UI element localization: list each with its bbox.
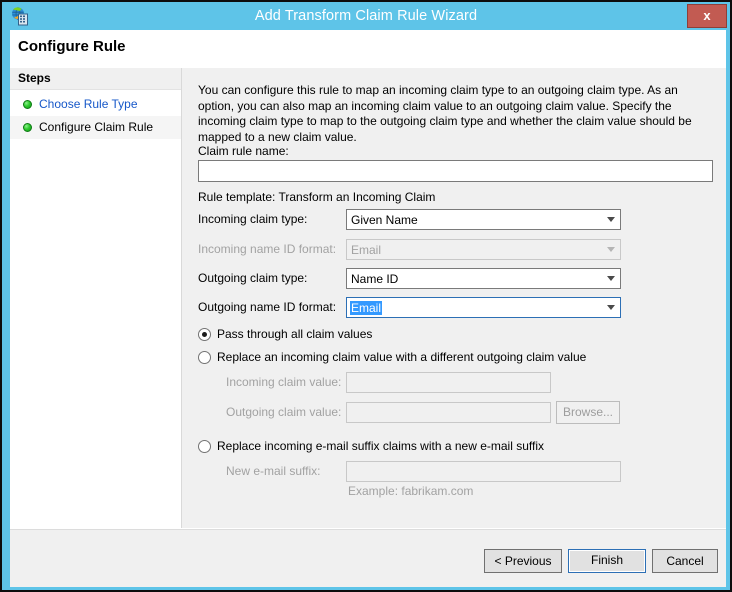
new-email-suffix-input xyxy=(346,461,621,482)
radio-button-icon xyxy=(198,351,211,364)
footer-bar: < Previous Finish Cancel xyxy=(10,528,726,587)
close-icon[interactable]: x xyxy=(687,4,727,28)
wizard-window: Add Transform Claim Rule Wizard x Config… xyxy=(0,0,732,592)
chevron-down-icon xyxy=(607,305,615,310)
incoming-name-id-format-select: Email xyxy=(346,239,621,260)
page-title: Configure Rule xyxy=(18,38,126,55)
outgoing-claim-type-value: Name ID xyxy=(351,272,399,286)
finish-button[interactable]: Finish xyxy=(568,549,646,573)
incoming-claim-value-label: Incoming claim value: xyxy=(226,375,342,389)
previous-button[interactable]: < Previous xyxy=(484,549,562,573)
sidebar-item-label: Configure Claim Rule xyxy=(39,120,154,134)
step-complete-icon xyxy=(23,123,32,132)
cancel-button[interactable]: Cancel xyxy=(652,549,718,573)
body-region: Steps Choose Rule Type Configure Claim R… xyxy=(10,68,726,587)
radio-replace-claim-value-label: Replace an incoming claim value with a d… xyxy=(217,350,587,364)
steps-header: Steps xyxy=(10,68,181,90)
title-bar: Add Transform Claim Rule Wizard x xyxy=(2,2,730,30)
incoming-claim-value-input xyxy=(346,372,551,393)
sidebar-item-choose-rule-type[interactable]: Choose Rule Type xyxy=(10,93,181,116)
radio-replace-email-suffix-label: Replace incoming e-mail suffix claims wi… xyxy=(217,439,545,453)
chevron-down-icon xyxy=(607,217,615,222)
outgoing-claim-value-input xyxy=(346,402,551,423)
sidebar-item-configure-claim-rule[interactable]: Configure Claim Rule xyxy=(10,116,181,139)
outgoing-name-id-format-value: Email xyxy=(350,301,383,315)
email-suffix-example-hint: Example: fabrikam.com xyxy=(348,484,474,498)
header-band: Configure Rule xyxy=(10,30,726,68)
rule-template-text: Rule template: Transform an Incoming Cla… xyxy=(198,190,436,204)
radio-button-icon xyxy=(198,440,211,453)
claim-rule-name-label: Claim rule name: xyxy=(198,144,289,158)
radio-pass-through-label: Pass through all claim values xyxy=(217,327,373,341)
step-complete-icon xyxy=(23,100,32,109)
incoming-claim-type-label: Incoming claim type: xyxy=(198,212,308,226)
outgoing-name-id-format-select[interactable]: Email xyxy=(346,297,621,318)
screen: Add Transform Claim Rule Wizard x Config… xyxy=(0,0,732,592)
chevron-down-icon xyxy=(607,276,615,281)
steps-heading-label: Steps xyxy=(18,71,51,85)
sidebar-item-label: Choose Rule Type xyxy=(39,97,138,111)
incoming-claim-type-select[interactable]: Given Name xyxy=(346,209,621,230)
new-email-suffix-label: New e-mail suffix: xyxy=(226,464,321,478)
intro-description: You can configure this rule to map an in… xyxy=(198,83,692,144)
radio-button-icon xyxy=(198,328,211,341)
steps-sidebar: Steps Choose Rule Type Configure Claim R… xyxy=(10,68,182,586)
window-title: Add Transform Claim Rule Wizard xyxy=(254,8,478,24)
outgoing-claim-type-select[interactable]: Name ID xyxy=(346,268,621,289)
incoming-name-id-format-label: Incoming name ID format: xyxy=(198,242,337,256)
main-pane: You can configure this rule to map an in… xyxy=(182,68,726,586)
incoming-claim-type-value: Given Name xyxy=(351,213,418,227)
chevron-down-icon xyxy=(607,247,615,252)
outgoing-name-id-format-label: Outgoing name ID format: xyxy=(198,300,337,314)
outgoing-claim-type-label: Outgoing claim type: xyxy=(198,271,308,285)
browse-button: Browse... xyxy=(556,401,620,424)
incoming-name-id-format-value: Email xyxy=(351,243,382,257)
footer-divider xyxy=(10,529,726,530)
outgoing-claim-value-label: Outgoing claim value: xyxy=(226,405,342,419)
claim-rule-name-input[interactable] xyxy=(198,160,713,182)
